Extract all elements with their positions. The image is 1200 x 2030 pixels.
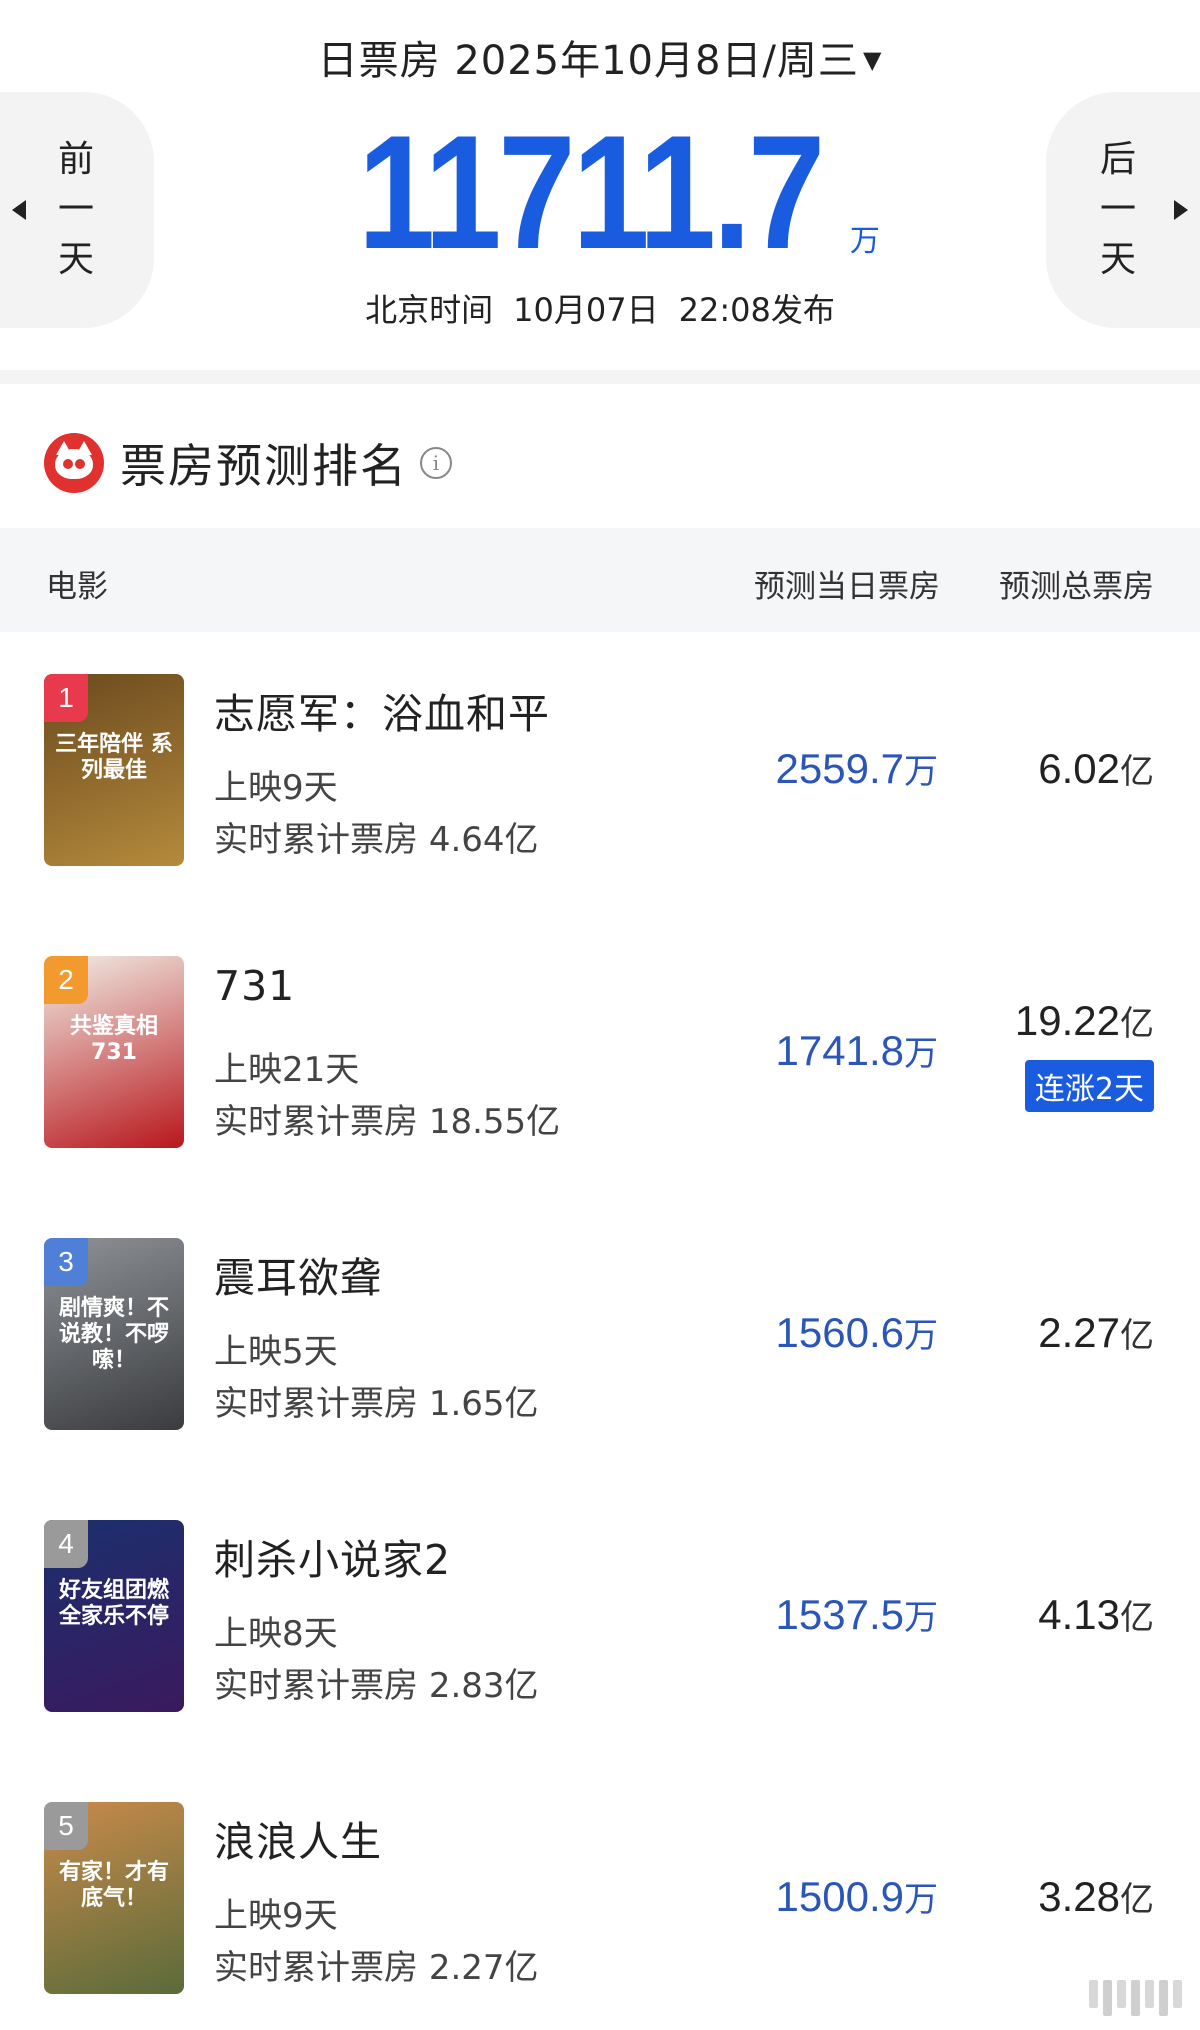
daily-forecast-value: 1560.6万 xyxy=(775,1309,938,1356)
total-forecast-value: 2.27亿 xyxy=(1038,1309,1154,1356)
column-daily-forecast[interactable]: 预测当日票房 xyxy=(754,561,940,606)
daily-total-box-office: 11711.7 万 xyxy=(0,102,1200,283)
days-showing: 上映8天 xyxy=(214,1614,338,1654)
movie-row[interactable]: 剧情爽！不说教！不啰嗦！ 3 震耳欲聋 上映5天 实时累计票房 1.65亿 15… xyxy=(0,1196,1200,1478)
date-selector[interactable]: 日票房 2025年10月8日/周三 ▼ xyxy=(0,28,1200,86)
movie-title[interactable]: 震耳欲聋 xyxy=(214,1244,382,1304)
cumulative-box-office: 实时累计票房 2.27亿 xyxy=(214,1948,539,1988)
daily-forecast-value: 1500.9万 xyxy=(775,1873,938,1920)
rank-badge: 3 xyxy=(44,1238,88,1286)
movie-row[interactable]: 共鉴真相 731 2 731 上映21天 实时累计票房 18.55亿 1741.… xyxy=(0,914,1200,1196)
total-unit: 万 xyxy=(849,224,880,259)
daily-forecast-value: 2559.7万 xyxy=(775,745,938,792)
cumulative-box-office: 实时累计票房 18.55亿 xyxy=(214,1102,561,1142)
movie-row[interactable]: 好友组团燃 全家乐不停 4 刺杀小说家2 上映8天 实时累计票房 2.83亿 1… xyxy=(0,1478,1200,1760)
movie-poster[interactable]: 剧情爽！不说教！不啰嗦！ 3 xyxy=(44,1238,184,1430)
days-showing: 上映5天 xyxy=(214,1332,338,1372)
rank-badge: 2 xyxy=(44,956,88,1004)
movie-title[interactable]: 731 xyxy=(214,962,295,1010)
trend-badge: 连涨2天 xyxy=(1024,1060,1154,1112)
daily-forecast-value: 1537.5万 xyxy=(775,1591,938,1638)
total-forecast-value: 19.22亿 xyxy=(1014,997,1154,1044)
movie-title[interactable]: 志愿军：浴血和平 xyxy=(214,680,550,740)
publish-info: 北京时间 10月07日 22:08发布 xyxy=(365,291,835,329)
watermark xyxy=(1089,1980,1182,2016)
total-forecast-value: 6.02亿 xyxy=(1038,745,1154,792)
movie-poster[interactable]: 三年陪伴 系列最佳 1 xyxy=(44,674,184,866)
days-showing: 上映9天 xyxy=(214,768,338,808)
info-icon[interactable]: i xyxy=(420,447,452,479)
maoyan-cat-logo-icon xyxy=(44,433,104,493)
cumulative-box-office: 实时累计票房 2.83亿 xyxy=(214,1666,539,1706)
movie-title[interactable]: 浪浪人生 xyxy=(214,1808,382,1868)
header: 日票房 2025年10月8日/周三 ▼ 前 一 天 后 一 天 11711.7 万 … xyxy=(0,0,1200,370)
poster-text: 好友组团燃 全家乐不停 xyxy=(58,1578,169,1629)
movie-poster[interactable]: 有家！才有底气！ 5 xyxy=(44,1802,184,1994)
movie-title[interactable]: 刺杀小说家2 xyxy=(214,1526,451,1586)
rank-badge: 1 xyxy=(44,674,88,722)
cumulative-box-office: 实时累计票房 1.65亿 xyxy=(214,1384,539,1424)
table-header: 电影 预测当日票房 预测总票房 xyxy=(0,528,1200,632)
total-forecast-value: 4.13亿 xyxy=(1038,1591,1154,1638)
movie-list: 三年陪伴 系列最佳 1 志愿军：浴血和平 上映9天 实时累计票房 4.64亿 2… xyxy=(0,632,1200,2030)
rank-badge: 4 xyxy=(44,1520,88,1568)
cumulative-box-office: 实时累计票房 4.64亿 xyxy=(214,820,539,860)
movie-poster[interactable]: 好友组团燃 全家乐不停 4 xyxy=(44,1520,184,1712)
date-label: 2025年10月8日/周三 xyxy=(454,38,859,84)
daily-forecast-value: 1741.8万 xyxy=(775,1027,938,1074)
poster-text: 三年陪伴 系列最佳 xyxy=(55,732,173,783)
section-title: 票房预测排名 xyxy=(120,439,408,493)
total-value: 11711.7 xyxy=(357,102,826,283)
section-divider xyxy=(0,370,1200,384)
days-showing: 上映9天 xyxy=(214,1896,338,1936)
poster-text: 剧情爽！不说教！不啰嗦！ xyxy=(58,1296,169,1373)
column-total-forecast[interactable]: 预测总票房 xyxy=(999,561,1154,606)
rank-badge: 5 xyxy=(44,1802,88,1850)
poster-text: 共鉴真相 731 xyxy=(69,1014,158,1065)
poster-text: 有家！才有底气！ xyxy=(58,1860,169,1911)
total-forecast-value: 3.28亿 xyxy=(1038,1873,1154,1920)
column-movie: 电影 xyxy=(46,569,108,605)
days-showing: 上映21天 xyxy=(214,1050,360,1090)
movie-poster[interactable]: 共鉴真相 731 2 xyxy=(44,956,184,1148)
section-header: 票房预测排名 i xyxy=(44,428,452,498)
movie-row[interactable]: 有家！才有底气！ 5 浪浪人生 上映9天 实时累计票房 2.27亿 1500.9… xyxy=(0,1760,1200,2030)
caret-down-icon: ▼ xyxy=(862,46,883,74)
movie-row[interactable]: 三年陪伴 系列最佳 1 志愿军：浴血和平 上映9天 实时累计票房 4.64亿 2… xyxy=(0,632,1200,914)
header-title: 日票房 xyxy=(317,38,441,84)
